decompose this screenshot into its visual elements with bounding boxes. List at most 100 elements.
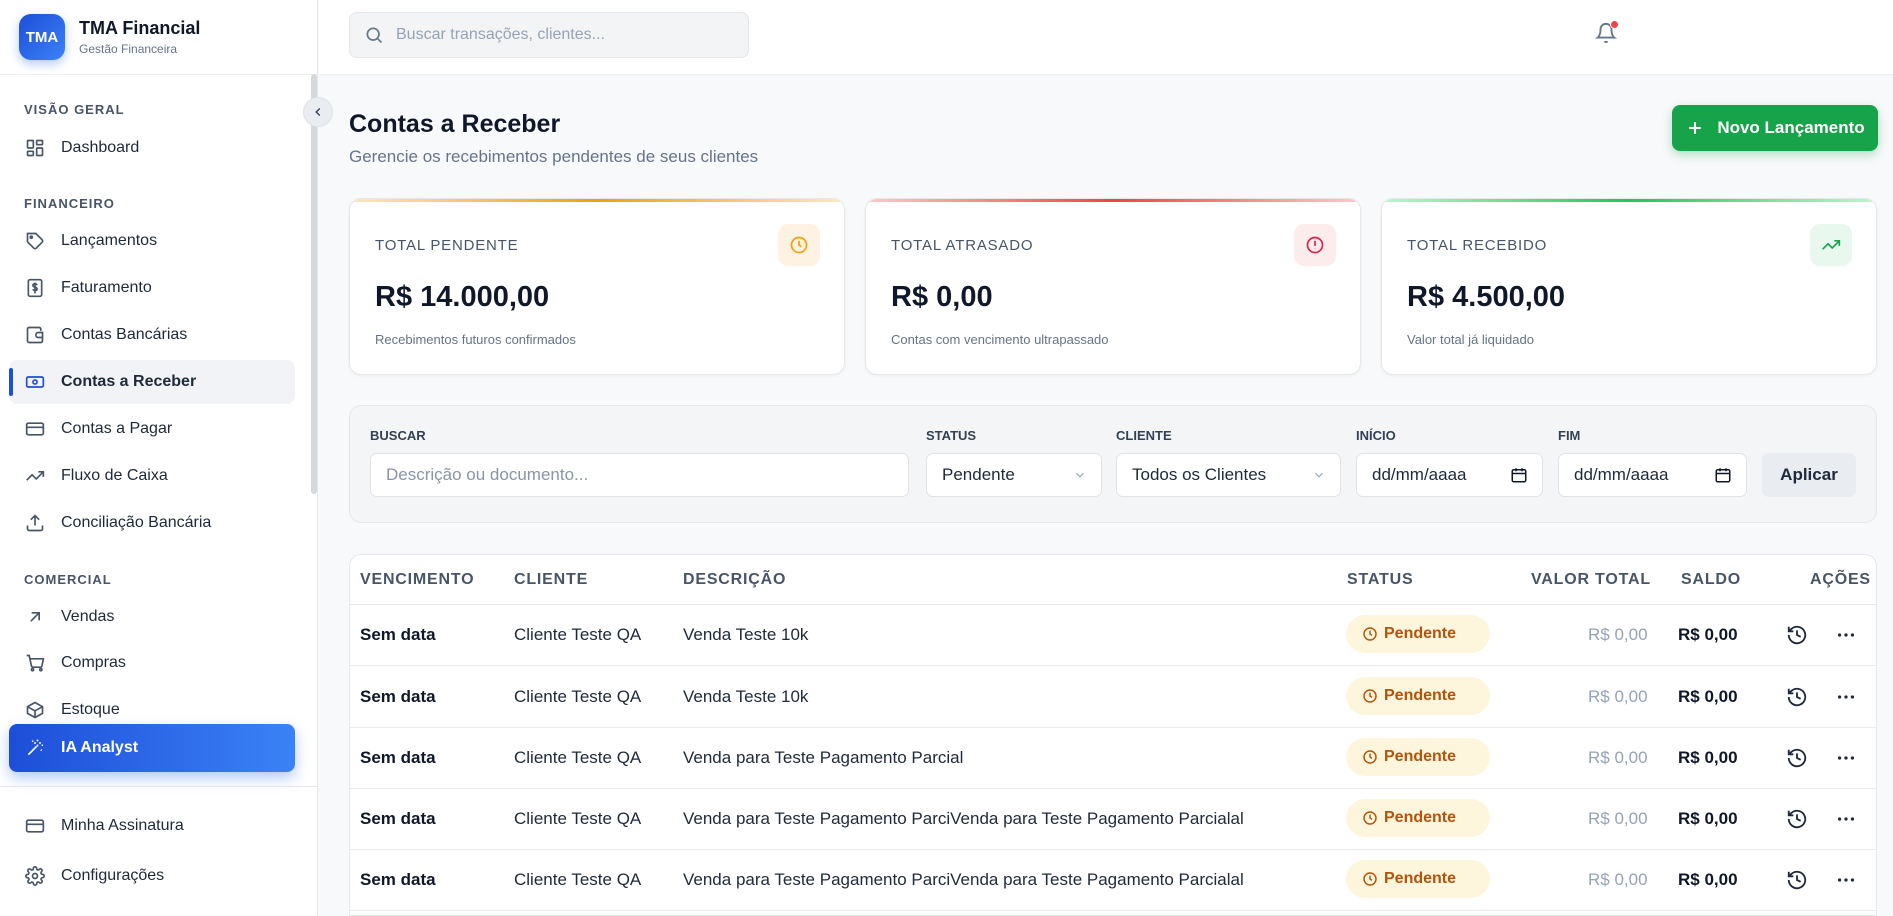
filter-search-label: BUSCAR [370, 428, 426, 443]
row-balance: R$ 0,00 [1678, 870, 1738, 889]
filter-client-label: CLIENTE [1116, 428, 1172, 443]
clock-icon [1363, 750, 1377, 764]
row-total: R$ 0,00 [1588, 748, 1648, 767]
status-badge: Pendente [1346, 799, 1490, 837]
sidebar-item-ia-analyst[interactable]: IA Analyst [9, 724, 295, 772]
sidebar-item-label: Faturamento [61, 279, 152, 296]
history-icon[interactable] [1786, 686, 1808, 708]
section-title-financial: FINANCEIRO [24, 196, 115, 211]
notification-dot [1610, 20, 1619, 29]
sidebar-divider [0, 786, 318, 787]
chevron-down-icon [1312, 468, 1326, 482]
filter-start-value: dd/mm/aaaa [1372, 465, 1467, 484]
magic-wand-icon [24, 737, 46, 759]
table-row[interactable]: Sem data Cliente Teste QA Venda para Tes… [350, 789, 1876, 850]
column-header-client[interactable]: CLIENTE [514, 571, 588, 589]
more-options-icon[interactable] [1835, 686, 1857, 708]
sidebar-item-label: IA Analyst [61, 739, 139, 756]
sidebar-item-label: Minha Assinatura [61, 817, 184, 834]
new-entry-button[interactable]: Novo Lançamento [1672, 105, 1878, 151]
sidebar-collapse-button[interactable] [303, 97, 333, 127]
page-title: Contas a Receber [349, 110, 561, 138]
history-icon[interactable] [1786, 747, 1808, 769]
sidebar-item-contas-a-pagar[interactable]: Contas a Pagar [9, 407, 295, 451]
column-header-balance[interactable]: SALDO [1681, 571, 1741, 589]
sidebar-item-minha-assinatura[interactable]: Minha Assinatura [9, 804, 295, 848]
row-client: Cliente Teste QA [514, 809, 642, 828]
card-value: R$ 0,00 [891, 281, 993, 313]
credit-card-icon [24, 418, 46, 440]
card-note: Contas com vencimento ultrapassado [891, 332, 1109, 347]
sidebar-item-label: Lançamentos [61, 232, 158, 249]
table-row[interactable]: Sem data Cliente Teste QA Venda para Tes… [350, 728, 1876, 789]
clock-icon [1363, 811, 1377, 825]
global-search[interactable] [349, 12, 749, 58]
column-header-description[interactable]: DESCRIÇÃO [683, 571, 786, 589]
sidebar-item-dashboard[interactable]: Dashboard [9, 126, 295, 170]
sidebar-item-lancamentos[interactable]: Lançamentos [9, 219, 295, 263]
more-options-icon[interactable] [1835, 624, 1857, 646]
status-text: Pendente [1384, 809, 1457, 826]
column-header-total[interactable]: VALOR TOTAL [1531, 571, 1651, 589]
column-header-status[interactable]: STATUS [1347, 571, 1413, 589]
more-options-icon[interactable] [1835, 747, 1857, 769]
status-text: Pendente [1384, 625, 1457, 642]
sidebar-item-fluxo-de-caixa[interactable]: Fluxo de Caixa [9, 454, 295, 498]
sidebar-item-label: Conciliação Bancária [61, 514, 212, 531]
filter-client-select[interactable]: Todos os Clientes [1116, 453, 1341, 497]
receivables-table: VENCIMENTO CLIENTE DESCRIÇÃO STATUS VALO… [349, 554, 1877, 916]
row-description: Venda para Teste Pagamento Parcial [683, 748, 964, 767]
row-client: Cliente Teste QA [514, 625, 642, 644]
topbar [319, 0, 1893, 75]
brand-name: TMA Financial [79, 18, 201, 38]
status-badge: Pendente [1346, 615, 1490, 653]
filter-end-date[interactable]: dd/mm/aaaa [1558, 453, 1747, 497]
sidebar-item-faturamento[interactable]: Faturamento [9, 266, 295, 310]
filter-search-input[interactable]: Descrição ou documento... [370, 453, 909, 497]
brand[interactable]: TMA TMA Financial Gestão Financeira [0, 0, 317, 75]
card-label: TOTAL PENDENTE [375, 237, 519, 254]
calendar-icon[interactable] [1714, 466, 1732, 484]
row-total: R$ 0,00 [1588, 809, 1648, 828]
table-row[interactable]: Sem data Cliente Teste QA Venda para Tes… [350, 850, 1876, 911]
sidebar-item-contas-a-receber[interactable]: Contas a Receber [9, 360, 295, 404]
filter-start-date[interactable]: dd/mm/aaaa [1356, 453, 1543, 497]
row-description: Venda Teste 10k [683, 625, 809, 644]
calendar-icon[interactable] [1510, 466, 1528, 484]
sidebar-scrollbar[interactable] [311, 74, 317, 494]
history-icon[interactable] [1786, 808, 1808, 830]
alert-circle-icon [1294, 224, 1336, 266]
column-header-due[interactable]: VENCIMENTO [360, 571, 474, 589]
sidebar-item-conciliacao-bancaria[interactable]: Conciliação Bancária [9, 501, 295, 545]
sidebar-item-label: Configurações [61, 867, 165, 884]
brand-subtitle: Gestão Financeira [79, 42, 178, 56]
history-icon[interactable] [1786, 869, 1808, 891]
filters-panel: BUSCAR Descrição ou documento... STATUS … [349, 405, 1877, 523]
row-client: Cliente Teste QA [514, 748, 642, 767]
status-badge: Pendente [1346, 677, 1490, 715]
filter-status-select[interactable]: Pendente [926, 453, 1102, 497]
column-header-actions: AÇÕES [1810, 571, 1871, 588]
table-row[interactable]: Sem data Cliente Teste QA Venda Teste 10… [350, 605, 1876, 666]
trending-up-icon [1810, 224, 1852, 266]
history-icon[interactable] [1786, 624, 1808, 646]
invoice-dollar-icon [24, 277, 46, 299]
arrow-up-right-icon [24, 606, 46, 628]
sidebar-item-compras[interactable]: Compras [9, 641, 295, 685]
sidebar-item-vendas[interactable]: Vendas [9, 595, 295, 639]
global-search-input[interactable] [396, 26, 736, 44]
grid-icon [24, 137, 46, 159]
clock-icon [1363, 689, 1377, 703]
notifications-button[interactable] [1595, 20, 1619, 46]
more-options-icon[interactable] [1835, 869, 1857, 891]
tag-icon [24, 230, 46, 252]
row-balance: R$ 0,00 [1678, 687, 1738, 706]
card-value: R$ 14.000,00 [375, 281, 550, 313]
apply-filters-button[interactable]: Aplicar [1762, 453, 1856, 497]
sidebar-item-configuracoes[interactable]: Configurações [9, 854, 295, 898]
row-due: Sem data [360, 870, 436, 889]
sidebar-item-contas-bancarias[interactable]: Contas Bancárias [9, 313, 295, 357]
more-options-icon[interactable] [1835, 808, 1857, 830]
brand-logo: TMA [19, 14, 65, 60]
table-row[interactable]: Sem data Cliente Teste QA Venda Teste 10… [350, 667, 1876, 728]
